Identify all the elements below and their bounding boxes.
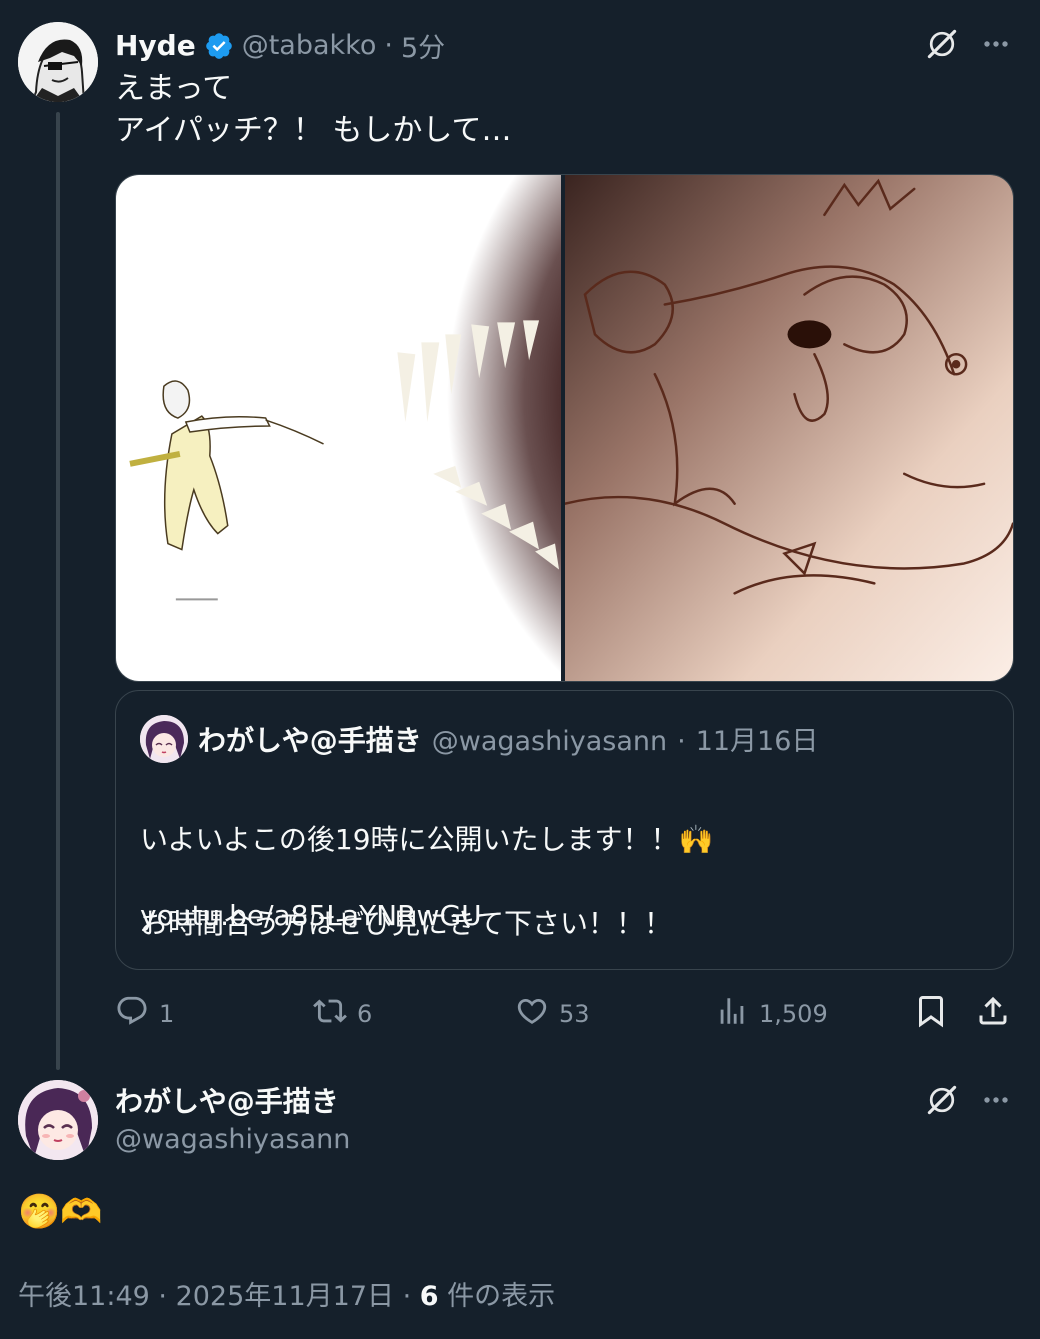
repost-button[interactable]: 6	[313, 992, 372, 1036]
views-button[interactable]: 1,509	[715, 992, 828, 1036]
post-time[interactable]: 5分	[401, 26, 445, 65]
avatar-wagashiya[interactable]	[18, 1080, 98, 1160]
tweet1-header: Hyde @tabakko · 5分	[115, 26, 445, 65]
tweet1-text-line1: えまって	[115, 71, 233, 106]
reply-count: 1	[159, 1000, 175, 1028]
thread-line	[56, 112, 60, 1070]
repost-icon	[313, 994, 347, 1034]
more-icon[interactable]	[976, 1080, 1016, 1120]
like-icon	[515, 994, 549, 1034]
views-total: 6	[419, 1281, 439, 1312]
share-button[interactable]	[975, 992, 1011, 1036]
reply-text: 🤭🫶	[18, 1192, 103, 1232]
media-image-right[interactable]	[564, 175, 1013, 681]
reply-author-handle[interactable]: @wagashiyasann	[115, 1124, 350, 1155]
more-icon[interactable]	[976, 24, 1016, 64]
views-label: 件の表示	[447, 1281, 556, 1312]
reply-button[interactable]: 1	[115, 992, 174, 1036]
post-time[interactable]: 午後11:49	[18, 1281, 150, 1312]
separator-dot: ·	[402, 1281, 420, 1312]
post-date[interactable]: 2025年11月17日	[176, 1281, 394, 1312]
grok-icon[interactable]	[922, 24, 962, 64]
post-meta: 午後11:49 · 2025年11月17日 · 6 件の表示	[18, 1274, 555, 1313]
quote-author-name: わがしや@手描き	[198, 724, 422, 757]
reply-icon	[115, 994, 149, 1034]
views-count: 1,509	[759, 1000, 828, 1028]
quote-text: いよいよこの後19時に公開いたします！！🙌 お時間合う方はぜひ見にきて下さい！！…	[140, 777, 713, 987]
separator-dot: ·	[158, 1281, 176, 1312]
tweet1-text-line2: アイパッチ？！ もしかして…	[115, 113, 512, 148]
author-handle[interactable]: @tabakko	[242, 30, 377, 61]
separator-dot: ·	[384, 30, 393, 61]
action-bar: 1 6 53 1,509	[115, 992, 1014, 1036]
grok-icon[interactable]	[922, 1080, 962, 1120]
bookmark-icon	[913, 993, 949, 1035]
avatar-hyde[interactable]	[18, 22, 98, 102]
views-icon	[715, 994, 749, 1034]
share-icon	[975, 993, 1011, 1035]
reply-author-name[interactable]: わがしや@手描き	[115, 1080, 339, 1120]
quote-author-handle: @wagashiyasann	[431, 726, 668, 757]
like-count: 53	[559, 1000, 590, 1028]
quote-date: 11月16日	[695, 726, 819, 757]
separator-dot: ·	[677, 726, 686, 757]
bookmark-button[interactable]	[913, 992, 949, 1036]
media-grid[interactable]	[115, 174, 1014, 682]
quote-link[interactable]: youtu.be/a85LaYNRwGU	[140, 899, 482, 932]
author-name[interactable]: Hyde	[115, 29, 196, 62]
quote-text-line1: いよいよこの後19時に公開いたします！！🙌	[140, 823, 714, 856]
quote-tweet-card[interactable]: わがしや@手描き @wagashiyasann · 11月16日 いよいよこの後…	[115, 690, 1014, 970]
like-button[interactable]: 53	[515, 992, 590, 1036]
tweet1-text: えまって アイパッチ？！ もしかして…	[115, 68, 512, 152]
quote-header: わがしや@手描き @wagashiyasann · 11月16日	[198, 719, 818, 759]
verified-badge-icon	[204, 31, 234, 61]
quote-avatar[interactable]	[140, 715, 188, 763]
repost-count: 6	[357, 1000, 373, 1028]
media-image-left[interactable]	[116, 175, 561, 681]
